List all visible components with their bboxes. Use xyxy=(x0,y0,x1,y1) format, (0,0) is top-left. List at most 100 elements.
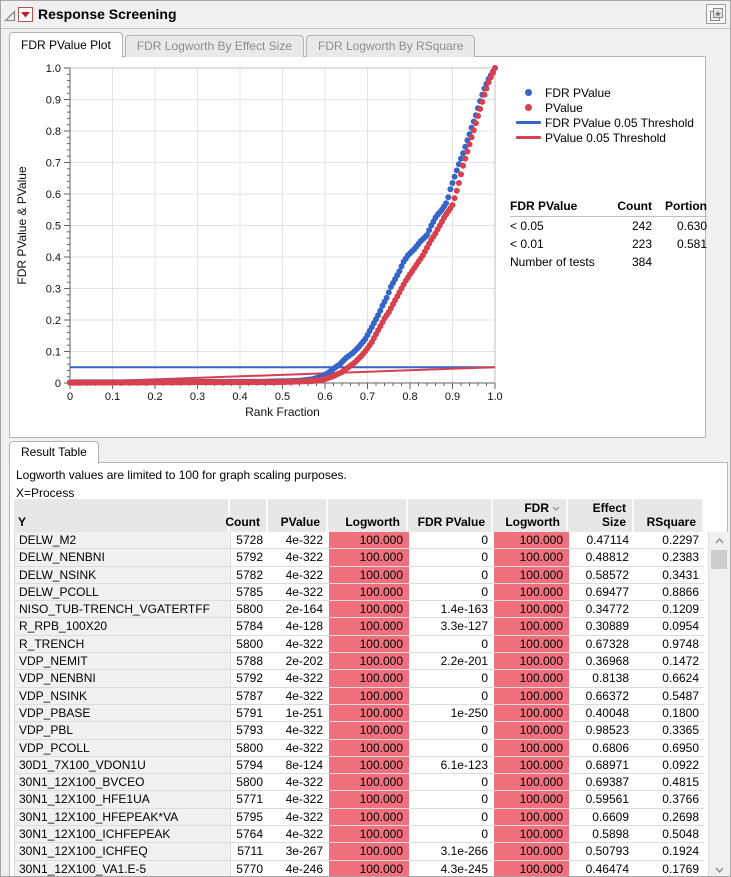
red-triangle-menu-icon[interactable] xyxy=(18,7,33,22)
table-row[interactable]: 30N1_12X100_HFEPEAK*VA 5795 4e-322 100.000 0… xyxy=(15,808,704,827)
summary-header: Count xyxy=(617,199,652,213)
table-row[interactable]: VDP_PBL 5793 4e-322 100.000 0 100.000 0.98523 0… xyxy=(15,722,704,740)
value-cell: 100.000 xyxy=(329,808,409,826)
value-cell: 0.30889 xyxy=(585,619,629,634)
legend-item-fdr-pvalue-0-05-threshold[interactable]: FDR PValue 0.05 Threshold xyxy=(515,115,694,130)
tab-fdr-logworth-by-effect-size[interactable]: FDR Logworth By Effect Size xyxy=(124,35,304,57)
value-cell: 0.6806 xyxy=(592,740,629,755)
column-header-effect-size[interactable]: Effect Size xyxy=(568,499,634,532)
column-header-fdr-pvalue[interactable]: FDR PValue xyxy=(408,499,493,532)
disclosure-triangle-icon[interactable] xyxy=(4,10,16,22)
value-cell: 100.000 xyxy=(494,618,569,635)
result-table-panel: Logworth values are limited to 100 for g… xyxy=(9,462,729,876)
svg-text:0.4: 0.4 xyxy=(232,391,247,403)
column-header-fdr-logworth[interactable]: FDR Logworth xyxy=(493,499,568,532)
scrollbar-thumb[interactable] xyxy=(711,550,727,569)
table-row[interactable]: R_RPB_100X20 5784 4e-128 100.000 3.3e-127 100… xyxy=(15,618,704,636)
legend-item-fdr-pvalue[interactable]: FDR PValue xyxy=(515,85,694,100)
tab-fdr-pvalue-plot[interactable]: FDR PValue Plot xyxy=(9,32,123,58)
table-row[interactable]: DELW_NSINK 5782 4e-322 100.000 0 100.000 0.585… xyxy=(15,566,704,584)
value-cell: 100.000 xyxy=(494,601,569,618)
table-row[interactable]: VDP_NENBNI 5792 4e-322 100.000 0 100.000 0.813… xyxy=(15,670,704,688)
scroll-up-icon[interactable] xyxy=(709,532,729,549)
value-cell: 100.000 xyxy=(329,687,409,704)
table-row[interactable]: VDP_PCOLL 5800 4e-322 100.000 0 100.000 0.6806… xyxy=(15,739,704,757)
legend-line-icon xyxy=(515,136,541,139)
sort-descending-icon[interactable] xyxy=(552,506,560,511)
value-cell: 100.000 xyxy=(329,843,409,860)
value-cell: 0.40048 xyxy=(585,705,629,720)
table-row[interactable]: 30N1_12X100_ICHFEQ 5711 3e-267 100.000 3.1e-… xyxy=(15,843,704,861)
value-cell: 0.0922 xyxy=(662,757,699,772)
column-header-rsquare[interactable]: RSquare xyxy=(634,499,704,532)
logworth-note: Logworth values are limited to 100 for g… xyxy=(16,468,347,482)
value-cell: 5791 xyxy=(236,705,263,720)
column-header-count[interactable]: Count xyxy=(225,499,268,532)
table-row[interactable]: VDP_PBASE 5791 1e-251 100.000 1e-250 100.000 0… xyxy=(15,704,704,723)
table-row[interactable]: DELW_PCOLL 5785 4e-322 100.000 0 100.000 0.694… xyxy=(15,583,704,602)
value-cell: 100.000 xyxy=(494,722,569,739)
table-row[interactable]: VDP_NSINK 5787 4e-322 100.000 0 100.000 0.6637… xyxy=(15,687,704,705)
table-row[interactable]: DELW_NENBNI 5792 4e-322 100.000 0 100.000 0.48… xyxy=(15,549,704,567)
table-row[interactable]: NISO_TUB-TRENCH_VGATERTFF 5800 2e-164 100.0… xyxy=(15,601,704,619)
layered-star-icon[interactable]: ★ xyxy=(706,4,726,24)
value-cell: 100.000 xyxy=(494,566,569,583)
result-table-header: Y Count PValue Logworth FDR PValue FDR Logwort… xyxy=(14,499,704,532)
vertical-scrollbar[interactable] xyxy=(708,532,729,876)
plot-tab-bar: FDR PValue Plot FDR Logworth By Effect Si… xyxy=(9,31,477,58)
table-row[interactable]: 30N1_12X100_BVCEO 5800 4e-322 100.000 0 100.0… xyxy=(15,774,704,792)
value-cell: 4e-322 xyxy=(285,775,323,790)
value-cell: 100.000 xyxy=(329,670,409,687)
summary-cell: 242 xyxy=(631,219,652,233)
svg-text:0.1: 0.1 xyxy=(46,347,61,359)
value-cell: 100.000 xyxy=(494,532,569,549)
value-cell: 0.66372 xyxy=(585,688,629,703)
y-name-cell: VDP_PBASE xyxy=(15,704,231,722)
svg-text:0.1: 0.1 xyxy=(105,391,120,403)
value-cell: 5771 xyxy=(236,792,263,807)
fdr-pvalue-plot-panel: 0 0.1 0.2 0.3 0.4 0.5 0.6 0.7 0.8 0.9 1.0 0 0.1 0.2 0.… xyxy=(9,56,707,438)
value-cell: 100.000 xyxy=(494,583,569,601)
y-name-cell: 30N1_12X100_ICHFEPEAK xyxy=(15,826,231,843)
value-cell: 6.1e-123 xyxy=(440,757,488,772)
svg-text:0.6: 0.6 xyxy=(317,391,332,403)
column-header-logworth[interactable]: Logworth xyxy=(328,499,408,532)
value-cell: 100.000 xyxy=(329,860,409,876)
value-cell: 0.6624 xyxy=(662,671,699,686)
tab-result-table[interactable]: Result Table xyxy=(9,441,99,464)
table-row[interactable]: 30N1_12X100_VA1.E-5 5770 4e-246 100.000 4.3e… xyxy=(15,860,704,876)
summary-header-row: FDR PValue Count Portion xyxy=(510,197,707,217)
svg-text:1.0: 1.0 xyxy=(46,63,61,75)
value-cell: 100.000 xyxy=(329,722,409,739)
value-cell: 100.000 xyxy=(494,670,569,687)
table-row[interactable]: VDP_NEMIT 5788 2e-202 100.000 2.2e-201 100.00… xyxy=(15,653,704,671)
value-cell: 4e-322 xyxy=(285,533,323,547)
legend-item-pvalue-0-05-threshold[interactable]: PValue 0.05 Threshold xyxy=(515,130,694,145)
value-cell: 0.1209 xyxy=(662,602,699,617)
value-cell: 0.69387 xyxy=(585,775,629,790)
value-cell: 100.000 xyxy=(494,791,569,808)
value-cell: 0 xyxy=(481,723,488,738)
y-name-cell: 30N1_12X100_HFEPEAK*VA xyxy=(15,808,231,826)
value-cell: 0.4815 xyxy=(662,775,699,790)
plot-legend: FDR PValue PValue FDR PValue 0.05 Threshol… xyxy=(515,85,694,145)
value-cell: 100.000 xyxy=(329,601,409,618)
value-cell: 100.000 xyxy=(329,774,409,791)
value-cell: 0.6950 xyxy=(662,740,699,755)
y-name-cell: VDP_NSINK xyxy=(15,687,231,704)
tab-fdr-logworth-by-rsquare[interactable]: FDR Logworth By RSquare xyxy=(306,35,476,57)
legend-item-pvalue[interactable]: PValue xyxy=(515,100,694,115)
column-header-pvalue[interactable]: PValue xyxy=(268,499,328,532)
value-cell: 0 xyxy=(481,792,488,807)
summary-cell: 223 xyxy=(631,237,652,251)
value-cell: 4e-246 xyxy=(285,861,323,876)
table-row[interactable]: 30N1_12X100_ICHFEPEAK 5764 4e-322 100.000 0 1… xyxy=(15,826,704,844)
value-cell: 0 xyxy=(481,567,488,582)
svg-text:0.9: 0.9 xyxy=(445,391,460,403)
column-header-y[interactable]: Y xyxy=(14,499,230,532)
scroll-down-icon[interactable] xyxy=(709,861,729,876)
table-row[interactable]: DELW_M2 5728 4e-322 100.000 0 100.000 0.47114 0… xyxy=(15,532,704,550)
table-row[interactable]: 30D1_7X100_VDON1U 5794 8e-124 100.000 6.1e-1… xyxy=(15,756,704,775)
table-row[interactable]: 30N1_12X100_HFE1UA 5771 4e-322 100.000 0 100.… xyxy=(15,791,704,809)
table-row[interactable]: R_TRENCH 5800 4e-322 100.000 0 100.000 0.67328… xyxy=(15,635,704,654)
